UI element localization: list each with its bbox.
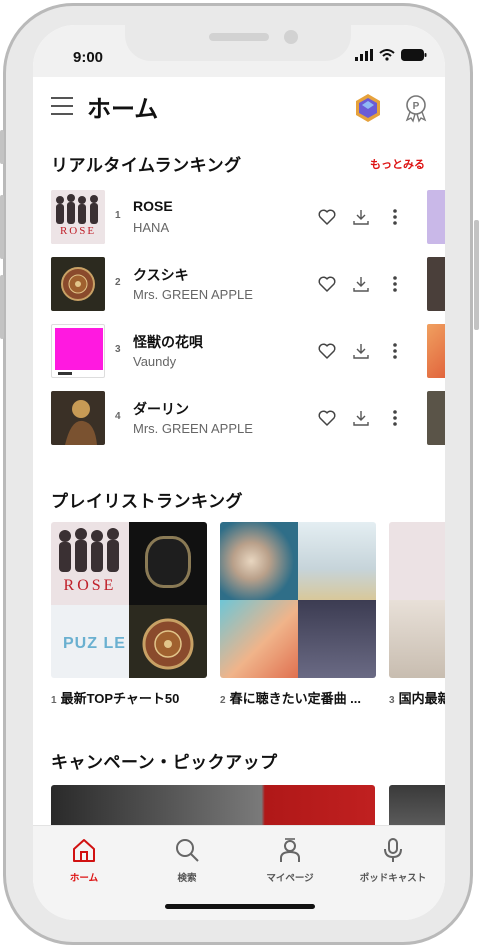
menu-icon[interactable] [51,97,73,115]
artist-name: Mrs. GREEN APPLE [133,287,253,302]
signal-icon [355,49,373,61]
tab-home[interactable]: ホーム [39,836,129,884]
points-badge-icon[interactable]: P [401,93,431,123]
more-options-icon[interactable] [385,341,405,361]
download-icon[interactable] [351,207,371,227]
app-screen: 9:00 ホーム P リアルタイムランキング もっとみる ROSE 1 ROSE… [33,25,445,920]
song-title: 怪獣の花唄 [133,334,203,350]
song-cover [51,257,105,311]
ranking-row[interactable]: 2 クスシキ Mrs. GREEN APPLE [33,257,445,315]
status-time: 9:00 [73,49,104,66]
tab-label: マイページ [266,873,314,884]
ranking-row[interactable]: ROSE 1 ROSE HANA [33,190,445,248]
rank-number: 2 [115,277,121,288]
artist-name: Vaundy [133,354,177,369]
realtime-ranking-title: リアルタイムランキング [51,156,242,175]
phone-side-button [474,220,479,330]
tab-label: ホーム [69,873,99,884]
battery-icon [401,49,427,61]
playlist-rank: 2 [220,695,226,706]
playlist-title: 国内最新 [398,691,445,706]
bottom-tab-bar: ホーム 検索 マイページ ポッドキャスト [33,825,445,920]
app-header: ホーム P [33,77,445,137]
song-title: ROSE [133,198,173,214]
song-cover [51,391,105,445]
rank-number: 4 [115,411,121,422]
phone-side-button [0,195,4,259]
download-icon[interactable] [351,341,371,361]
artist-name: Mrs. GREEN APPLE [133,421,253,436]
tab-label: ポッドキャスト [359,873,427,884]
playlist-rank: 1 [51,695,57,706]
song-title: クスシキ [133,267,189,283]
more-options-icon[interactable] [385,274,405,294]
phone-side-button [0,275,4,339]
campaign-title: キャンペーン・ピックアップ [51,753,278,772]
ranking-row[interactable]: 4 ダーリン Mrs. GREEN APPLE [33,391,445,449]
playlist-rank: 3 [389,695,395,706]
heart-icon[interactable] [317,341,337,361]
next-cover-peek [427,190,445,244]
cover-rose-text: ROSE [64,577,117,594]
next-cover-peek [427,257,445,311]
song-cover [51,324,105,378]
song-cover: ROSE [51,190,105,244]
playlist-title: 最新TOPチャート50 [60,691,180,706]
microphone-icon [384,838,402,862]
playlist-card[interactable]: ROSE PUZ LE 1 最新TOPチャート50 [51,522,207,707]
search-icon [176,839,199,862]
playlist-cover [389,522,445,678]
home-icon [73,839,95,862]
more-link[interactable]: もっとみる [370,156,425,172]
playlist-cover [220,522,376,678]
wifi-icon [379,49,395,61]
more-options-icon[interactable] [385,408,405,428]
ranking-row[interactable]: 3 怪獣の花唄 Vaundy [33,324,445,382]
gem-icon[interactable] [353,93,383,123]
rank-number: 1 [115,210,121,221]
tab-label: 検索 [177,873,197,884]
download-icon[interactable] [351,408,371,428]
playlist-card[interactable]: 3 国内最新 [389,522,445,707]
home-indicator[interactable] [165,904,315,909]
download-icon[interactable] [351,274,371,294]
device-notch [125,25,351,61]
tab-search[interactable]: 検索 [142,836,232,884]
heart-icon[interactable] [317,408,337,428]
user-icon [280,838,300,862]
cover-rose-text: ROSE [60,225,96,237]
next-cover-peek [427,324,445,378]
tab-podcast[interactable]: ポッドキャスト [348,836,438,884]
playlist-ranking-title: プレイリストランキング [51,492,243,511]
playlist-card[interactable]: 2 春に聴きたい定番曲 ... [220,522,376,707]
cover-puzzle-text: PUZ LE [63,635,126,652]
song-title: ダーリン [133,401,189,417]
rank-number: 3 [115,344,121,355]
phone-side-button [0,130,4,164]
playlist-cover: ROSE PUZ LE [51,522,207,678]
heart-icon[interactable] [317,207,337,227]
next-cover-peek [427,391,445,445]
svg-text:P: P [413,101,420,112]
playlist-title: 春に聴きたい定番曲 ... [229,691,362,706]
heart-icon[interactable] [317,274,337,294]
tab-mypage[interactable]: マイページ [245,836,335,884]
artist-name: HANA [133,220,170,235]
more-options-icon[interactable] [385,207,405,227]
page-title: ホーム [87,96,159,123]
